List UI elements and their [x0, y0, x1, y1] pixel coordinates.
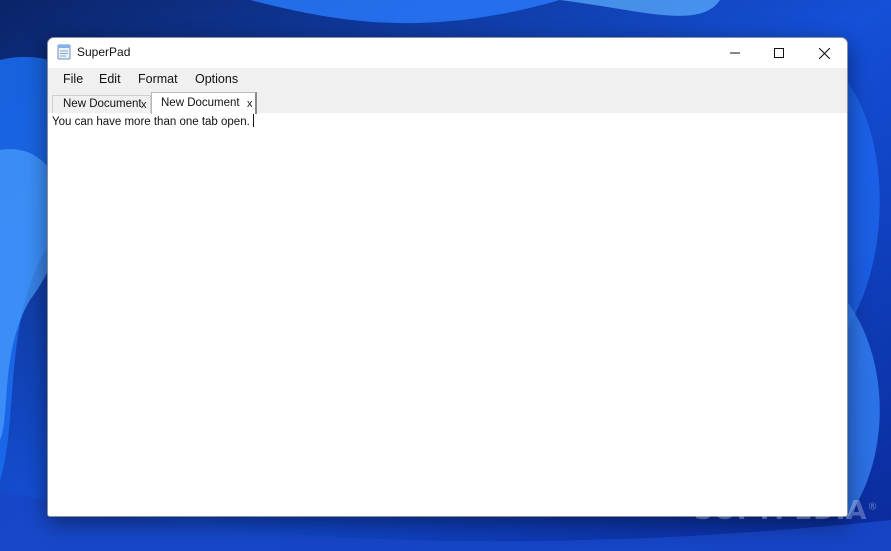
- minimize-icon: [730, 52, 740, 54]
- softpedia-watermark: SOFTPEDIA®: [694, 496, 879, 526]
- watermark-text: SOFTPEDIA: [694, 496, 868, 526]
- close-button[interactable]: [801, 38, 847, 68]
- text-editor-area[interactable]: You can have more than one tab open.: [48, 113, 847, 516]
- text-caret: [252, 114, 254, 127]
- close-icon: [818, 47, 830, 59]
- document-tab-strip: New Document x New Document x: [48, 90, 847, 114]
- menu-format[interactable]: Format: [132, 71, 184, 87]
- editor-content: You can have more than one tab open.: [52, 114, 254, 128]
- tab-document-1[interactable]: New Document x: [52, 95, 151, 113]
- menu-edit[interactable]: Edit: [93, 71, 127, 87]
- menu-bar: File Edit Format Options: [48, 68, 847, 90]
- minimize-button[interactable]: [712, 38, 758, 68]
- tab-close-button[interactable]: x: [247, 98, 253, 110]
- menu-file[interactable]: File: [57, 71, 89, 87]
- menu-options[interactable]: Options: [189, 71, 244, 87]
- editor-text: You can have more than one tab open.: [52, 116, 250, 128]
- tab-label: New Document: [161, 97, 240, 109]
- registered-mark: ®: [867, 501, 879, 513]
- maximize-icon: [774, 48, 784, 58]
- notepad-icon: [57, 44, 71, 60]
- maximize-button[interactable]: [756, 38, 802, 68]
- tab-label: New Document: [63, 98, 142, 110]
- superpad-window: SuperPad File Edit Format Options New Do…: [47, 37, 848, 517]
- window-title: SuperPad: [77, 45, 131, 59]
- tab-document-2[interactable]: New Document x: [151, 92, 257, 114]
- tab-close-button[interactable]: x: [141, 99, 147, 111]
- title-bar[interactable]: SuperPad: [48, 38, 847, 68]
